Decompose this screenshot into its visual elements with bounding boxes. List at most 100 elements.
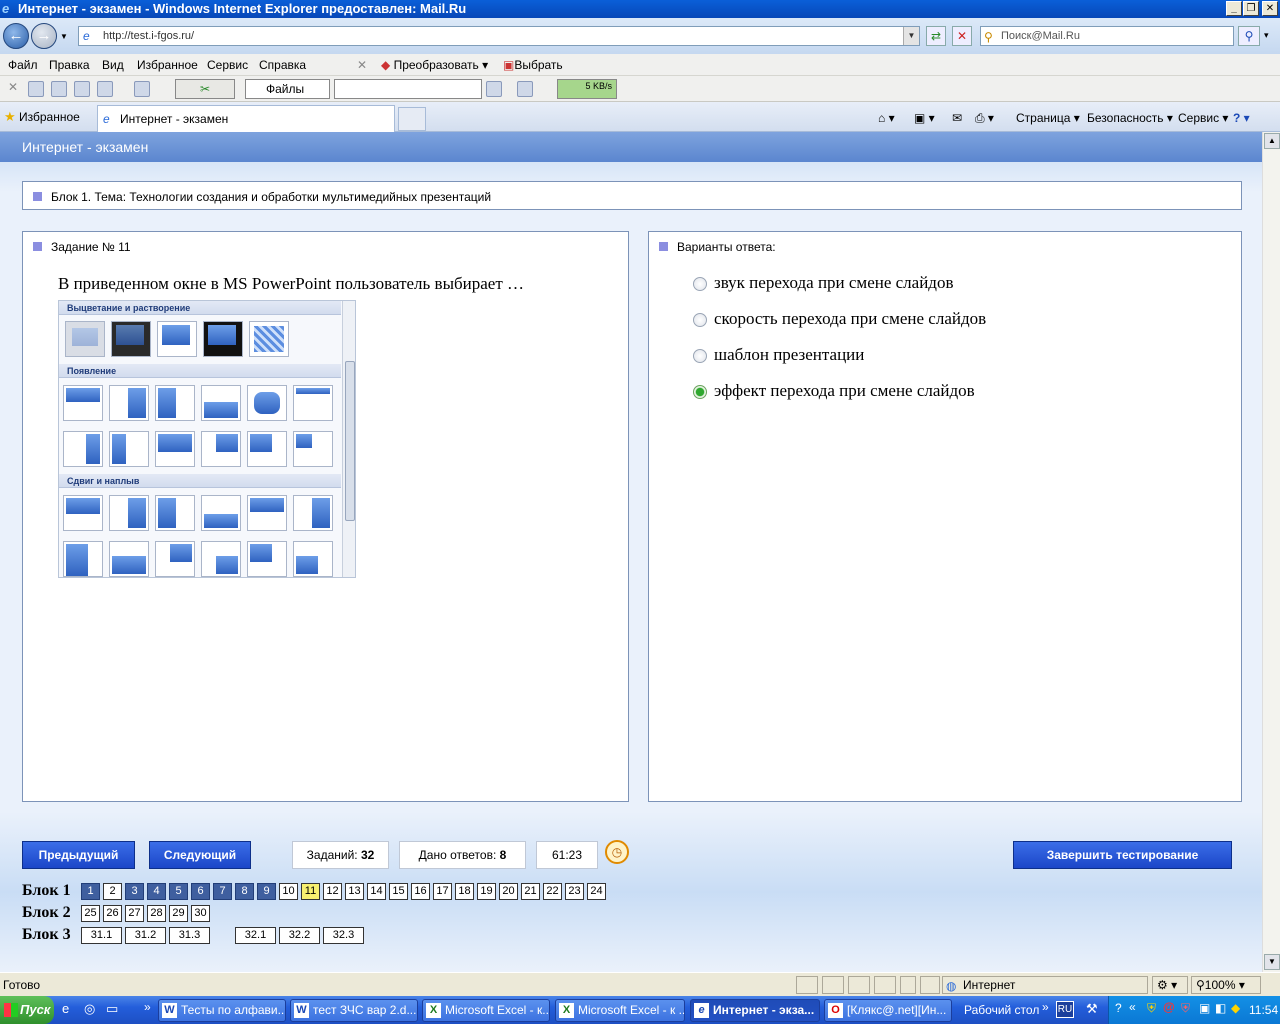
question-nav-28[interactable]: 28 (147, 905, 166, 922)
url-field[interactable]: e http://test.i-fgos.ru/ ▼ (78, 26, 920, 46)
tray-volume-icon[interactable]: ◧ (1215, 1001, 1226, 1015)
question-nav-11-current[interactable]: 11 (301, 883, 320, 900)
toolbar-search-icon[interactable] (486, 81, 502, 97)
tray-app-icon[interactable]: ◆ (1231, 1001, 1240, 1015)
question-nav-3[interactable]: 3 (125, 883, 144, 900)
question-nav-23[interactable]: 23 (565, 883, 584, 900)
stop-icon[interactable]: ✕ (952, 26, 972, 46)
toolbar-download-icon[interactable] (517, 81, 533, 97)
menu-edit[interactable]: Правка (49, 58, 90, 72)
page-scrollbar[interactable]: ▲ ▼ (1262, 132, 1280, 972)
quicklaunch-folder-icon[interactable]: ▭ (106, 1001, 118, 1017)
question-nav-8[interactable]: 8 (235, 883, 254, 900)
forward-button[interactable]: → (31, 23, 57, 49)
taskbar-item-opera[interactable]: O [Клякс@.net][Ин... (824, 999, 952, 1022)
print-icon[interactable]: ⎙ ▾ (975, 111, 994, 126)
question-nav-1[interactable]: 1 (81, 883, 100, 900)
question-nav-2[interactable]: 2 (103, 883, 122, 900)
taskbar-item-excel-2[interactable]: X Microsoft Excel - к ... (555, 999, 685, 1022)
answer-option-1[interactable]: звук перехода при смене слайдов (714, 273, 953, 293)
question-nav-30[interactable]: 30 (191, 905, 210, 922)
question-nav-32-1[interactable]: 32.1 (235, 927, 276, 944)
question-nav-5[interactable]: 5 (169, 883, 188, 900)
desktop-toolbar[interactable]: Рабочий стол (964, 1003, 1039, 1017)
answer-option-2[interactable]: скорость перехода при смене слайдов (714, 309, 986, 329)
question-nav-20[interactable]: 20 (499, 883, 518, 900)
answer-radio-1[interactable] (693, 277, 707, 291)
tab-active[interactable]: e Интернет - экзамен (97, 105, 395, 132)
question-nav-9[interactable]: 9 (257, 883, 276, 900)
question-nav-22[interactable]: 22 (543, 883, 562, 900)
tray-help-icon[interactable]: ? (1115, 1001, 1122, 1015)
convert-button[interactable]: ◆ Преобразовать ▾ (381, 58, 488, 72)
question-nav-4[interactable]: 4 (147, 883, 166, 900)
menu-help[interactable]: Справка (259, 58, 306, 72)
taskbar-item-word-2[interactable]: Wтест ЗЧС вар 2.d... (290, 999, 418, 1022)
search-input[interactable]: ⚲ Поиск@Mail.Ru (980, 26, 1234, 46)
start-button[interactable]: Пуск (0, 996, 54, 1024)
quicklaunch-icon[interactable]: ◎ (84, 1001, 95, 1017)
tray-shield-icon[interactable]: ⛨ (1147, 1001, 1156, 1016)
toolbar-icon-4[interactable] (97, 81, 113, 97)
page-menu[interactable]: Страница ▾ (1016, 111, 1080, 125)
menu-favorites[interactable]: Избранное (137, 58, 198, 72)
question-nav-19[interactable]: 19 (477, 883, 496, 900)
question-nav-7[interactable]: 7 (213, 883, 232, 900)
quicklaunch-more-icon[interactable]: » (144, 1000, 151, 1014)
question-nav-25[interactable]: 25 (81, 905, 100, 922)
tray-network-icon[interactable]: ▣ (1199, 1001, 1210, 1015)
toolbar-combo[interactable] (334, 79, 482, 99)
prev-button[interactable]: Предыдущий (22, 841, 135, 869)
answer-radio-4-selected[interactable] (693, 385, 707, 399)
tray-mail-icon[interactable]: @ (1163, 1000, 1175, 1014)
menu-file[interactable]: Файл (8, 58, 38, 72)
quicklaunch-ie-icon[interactable]: e (62, 1001, 69, 1016)
question-nav-17[interactable]: 17 (433, 883, 452, 900)
zoom-control[interactable]: ⚲100% ▾ (1191, 976, 1261, 994)
answer-option-4[interactable]: эффект перехода при смене слайдов (714, 381, 975, 401)
language-indicator[interactable]: RU (1056, 1001, 1074, 1018)
desktop-more-icon[interactable]: » (1042, 1000, 1049, 1014)
question-nav-31-3[interactable]: 31.3 (169, 927, 210, 944)
toolbar-cut-icon[interactable]: ✂ (175, 79, 235, 99)
url-dropdown-icon[interactable]: ▼ (903, 27, 919, 45)
feeds-icon[interactable]: ▣ ▾ (914, 111, 935, 125)
question-nav-12[interactable]: 12 (323, 883, 342, 900)
question-nav-26[interactable]: 26 (103, 905, 122, 922)
question-nav-18[interactable]: 18 (455, 883, 474, 900)
tray-antivirus-icon[interactable]: ⛨ (1181, 1001, 1190, 1016)
files-dropdown[interactable]: Файлы (245, 79, 330, 99)
toolbar-icon-5[interactable] (134, 81, 150, 97)
security-menu[interactable]: Безопасность ▾ (1087, 111, 1173, 125)
tools-menu[interactable]: Сервис ▾ (1178, 111, 1228, 125)
protected-mode-icon[interactable]: ⚙ ▾ (1152, 976, 1188, 994)
answer-radio-2[interactable] (693, 313, 707, 327)
minimize-button[interactable]: _ (1226, 1, 1242, 16)
toolbar-icon-1[interactable] (28, 81, 44, 97)
tray-expand-icon[interactable]: « (1129, 1000, 1136, 1014)
new-tab-button[interactable] (398, 107, 426, 131)
tray-tool-icon[interactable]: ⚒ (1086, 1001, 1098, 1017)
search-options-icon[interactable]: ▾ (1264, 30, 1269, 41)
restore-button[interactable]: ❐ (1243, 1, 1259, 16)
favorites-button[interactable]: ★ Избранное (4, 109, 80, 125)
scroll-down-icon[interactable]: ▼ (1264, 954, 1280, 970)
refresh-icon[interactable]: ⇄ (926, 26, 946, 46)
taskbar-item-word-1[interactable]: W Тесты по алфави... (158, 999, 286, 1022)
answer-radio-3[interactable] (693, 349, 707, 363)
scroll-up-icon[interactable]: ▲ (1264, 133, 1280, 149)
question-nav-24[interactable]: 24 (587, 883, 606, 900)
taskbar-item-excel-1[interactable]: X Microsoft Excel - к... (422, 999, 550, 1022)
finish-test-button[interactable]: Завершить тестирование (1013, 841, 1232, 869)
close-menu-icon[interactable]: ✕ (357, 58, 367, 72)
question-nav-27[interactable]: 27 (125, 905, 144, 922)
question-nav-21[interactable]: 21 (521, 883, 540, 900)
toolbar-close-icon[interactable]: ✕ (8, 80, 18, 94)
select-button[interactable]: ▣Выбрать (503, 58, 563, 72)
back-button[interactable]: ← (3, 23, 29, 49)
question-nav-29[interactable]: 29 (169, 905, 188, 922)
taskbar-item-ie[interactable]: e Интернет - экза... (690, 999, 820, 1022)
mail-icon[interactable]: ✉ (952, 111, 962, 125)
toolbar-icon-2[interactable] (51, 81, 67, 97)
question-nav-31-2[interactable]: 31.2 (125, 927, 166, 944)
